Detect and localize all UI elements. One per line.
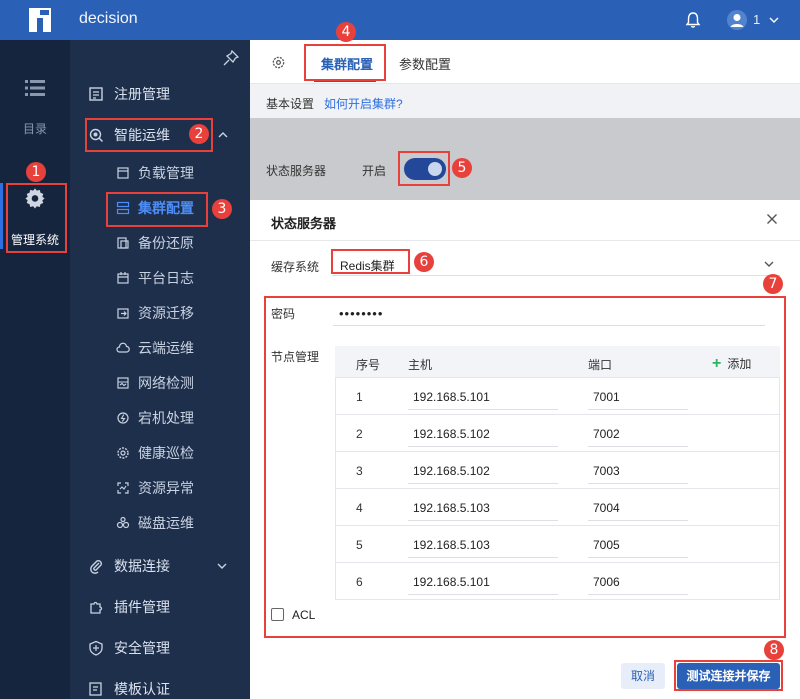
sidebar-subitem-label: 磁盘运维: [138, 515, 194, 531]
basic-settings-label: 基本设置: [266, 97, 315, 111]
calendar-icon: [117, 272, 129, 284]
annotation-box-3: [106, 192, 208, 227]
paperclip-icon: [90, 560, 102, 574]
app-title: decision: [79, 10, 138, 27]
migrate-icon: [117, 308, 129, 319]
health-gear-icon: [117, 447, 129, 459]
status-server-label: 状态服务器: [266, 164, 327, 178]
cloud-icon: [116, 342, 130, 353]
backup-icon: [117, 237, 129, 249]
sidebar-item-label: 注册管理: [114, 86, 170, 102]
sidebar-subitem-label: 负载管理: [138, 165, 194, 181]
sidebar-subitem-label: 健康巡检: [138, 445, 194, 461]
sidebar-subitem[interactable]: 云端运维: [116, 336, 194, 360]
sidebar-subitem-label: 资源异常: [138, 480, 194, 496]
network-icon: [117, 377, 129, 389]
sidebar-subitem[interactable]: 备份还原: [116, 231, 194, 255]
annotation-box-7: [264, 296, 786, 638]
sidebar-item-security[interactable]: 安全管理: [88, 635, 170, 661]
annotation-box-4: [304, 44, 386, 81]
sidebar-item-label: 数据连接: [114, 558, 170, 574]
annotation-badge-2: 2: [189, 124, 209, 144]
sidebar-subitem[interactable]: 健康巡检: [116, 441, 194, 465]
list-icon[interactable]: [25, 79, 45, 97]
sidebar-subitem-label: 资源迁移: [138, 305, 194, 321]
annotation-badge-4: 4: [336, 22, 356, 42]
annotation-box-6: [331, 249, 410, 274]
bell-icon[interactable]: [684, 11, 702, 29]
sidebar-subitem[interactable]: 宕机处理: [116, 406, 194, 430]
annotation-badge-5: 5: [452, 158, 472, 178]
pin-icon[interactable]: [223, 50, 239, 66]
annotation-badge-3: 3: [212, 199, 232, 219]
annotation-badge-1: 1: [26, 162, 46, 182]
chevron-up-icon[interactable]: [217, 129, 229, 141]
icon-rail: [0, 40, 70, 699]
user-name[interactable]: 1: [753, 12, 760, 27]
dimmed-overlay: [250, 118, 800, 208]
sidebar-subitem-label: 网络检测: [138, 375, 194, 391]
chevron-down-icon[interactable]: [763, 258, 775, 270]
rail-catalog-label[interactable]: 目录: [0, 120, 70, 137]
power-icon: [117, 412, 129, 424]
sidebar-item-plugin[interactable]: 插件管理: [88, 594, 170, 620]
dialog-divider: [250, 240, 800, 241]
sidebar-item-label: 模板认证: [114, 681, 170, 697]
status-server-value: 开启: [362, 164, 387, 178]
cancel-button[interactable]: 取消: [621, 663, 665, 689]
sidebar-subitem[interactable]: 负载管理: [116, 161, 194, 185]
settings-icon[interactable]: [271, 55, 286, 70]
chevron-down-icon[interactable]: [768, 14, 780, 26]
sidebar-subitem[interactable]: 资源异常: [116, 476, 194, 500]
tab-param-config[interactable]: 参数配置: [399, 54, 451, 73]
sidebar-subitem[interactable]: 平台日志: [116, 266, 194, 290]
close-icon[interactable]: [766, 213, 778, 225]
annotation-badge-8: 8: [764, 640, 784, 660]
register-icon: [89, 87, 103, 101]
sidebar-subitem[interactable]: 网络检测: [116, 371, 194, 395]
cache-system-label: 缓存系统: [271, 260, 320, 274]
sidebar-subitem[interactable]: 磁盘运维: [116, 511, 194, 535]
chevron-down-icon[interactable]: [216, 560, 228, 572]
sidebar-subitem-label: 备份还原: [138, 235, 194, 251]
puzzle-icon: [90, 601, 103, 614]
logo-icon: [29, 8, 51, 32]
annotation-box-1: [6, 183, 67, 253]
sidebar-item-template-auth[interactable]: 模板认证: [88, 676, 170, 699]
disk-icon: [116, 516, 130, 529]
sidebar-subitem-label: 云端运维: [138, 340, 194, 356]
annotation-box-5: [398, 151, 450, 186]
sidebar-item-register[interactable]: 注册管理: [88, 81, 170, 107]
how-to-enable-cluster-link[interactable]: 如何开启集群?: [324, 95, 403, 112]
annotation-badge-7: 7: [763, 274, 783, 294]
sidebar-subitem-label: 平台日志: [138, 270, 194, 286]
dialog-title: 状态服务器: [271, 216, 337, 231]
load-icon: [117, 167, 129, 179]
sidebar-item-label: 安全管理: [114, 640, 170, 656]
sidebar-subitem[interactable]: 资源迁移: [116, 301, 194, 325]
sidebar-subitem-label: 宕机处理: [138, 410, 194, 426]
annotation-box-8: [674, 660, 783, 691]
template-icon: [89, 682, 102, 696]
scan-icon: [117, 482, 129, 494]
annotation-badge-6: 6: [414, 252, 434, 272]
shield-icon: [89, 640, 103, 656]
sidebar-item-label: 插件管理: [114, 599, 170, 615]
user-avatar-icon[interactable]: [726, 9, 748, 31]
sidebar-item-data-connection[interactable]: 数据连接: [88, 553, 170, 579]
